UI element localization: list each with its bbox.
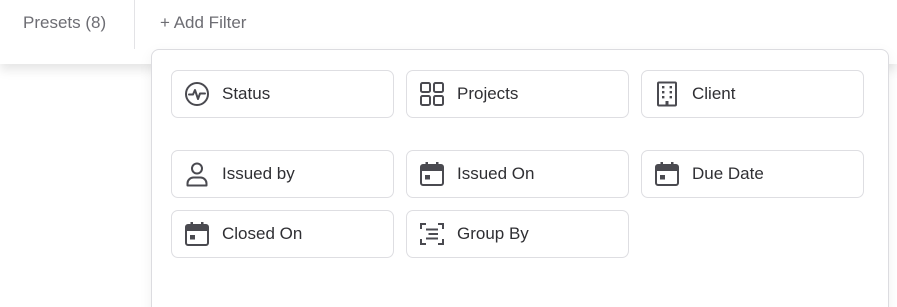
activity-icon <box>184 81 210 107</box>
filter-option-group-by[interactable]: Group By <box>406 210 629 258</box>
grid-icon <box>419 81 445 107</box>
filter-option-issued-by[interactable]: Issued by <box>171 150 394 198</box>
filter-option-label: Issued by <box>222 164 295 183</box>
filter-option-label: Group By <box>457 224 529 243</box>
presets-button[interactable]: Presets (8) <box>23 13 106 33</box>
filter-option-issued-on[interactable]: Issued On <box>406 150 629 198</box>
divider <box>134 0 135 49</box>
filter-option-due-date[interactable]: Due Date <box>641 150 864 198</box>
calendar-icon <box>419 161 445 187</box>
filter-option-status[interactable]: Status <box>171 70 394 118</box>
filter-menu: Status Projects Client Issued by Issued … <box>151 49 889 307</box>
add-filter-button[interactable]: + Add Filter <box>160 13 246 33</box>
filter-option-label: Due Date <box>692 164 764 183</box>
filter-option-client[interactable]: Client <box>641 70 864 118</box>
calendar-icon <box>654 161 680 187</box>
filter-option-label: Client <box>692 84 736 103</box>
filter-page: Presets (8) + Add Filter Status Projects… <box>0 0 897 307</box>
group-by-icon <box>419 221 445 247</box>
filter-option-closed-on[interactable]: Closed On <box>171 210 394 258</box>
building-icon <box>654 81 680 107</box>
filter-option-label: Closed On <box>222 224 303 243</box>
filter-option-label: Issued On <box>457 164 535 183</box>
filter-option-label: Status <box>222 84 271 103</box>
filter-option-projects[interactable]: Projects <box>406 70 629 118</box>
user-icon <box>184 161 210 187</box>
calendar-icon <box>184 221 210 247</box>
filter-option-label: Projects <box>457 84 519 103</box>
